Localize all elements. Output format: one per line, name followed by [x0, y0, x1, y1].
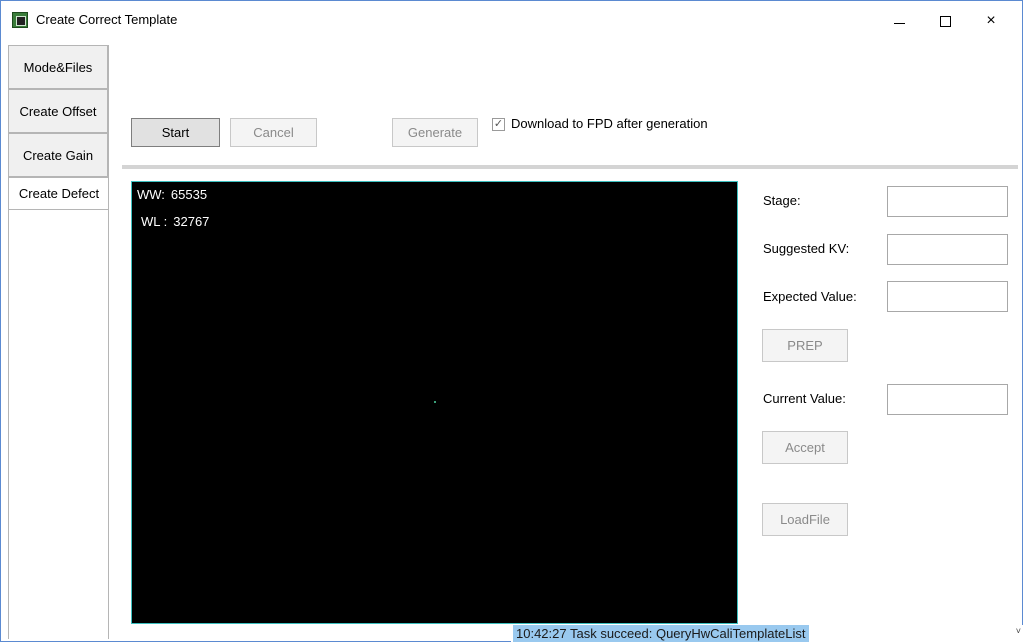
tab-separator	[108, 45, 109, 210]
cancel-button[interactable]: Cancel	[230, 118, 317, 147]
expected-value-field[interactable]	[887, 281, 1008, 312]
prep-button[interactable]: PREP	[762, 329, 848, 362]
minimize-icon	[893, 22, 905, 24]
loadfile-button[interactable]: LoadFile	[762, 503, 848, 536]
tab-label: Create Offset	[19, 103, 97, 119]
current-value-field[interactable]	[887, 384, 1008, 415]
current-value-label: Current Value:	[763, 391, 846, 406]
suggested-kv-field[interactable]	[887, 234, 1008, 265]
toolbar-divider	[122, 165, 1018, 169]
download-checkbox[interactable]: ✓	[492, 118, 505, 131]
tab-label: Create Gain	[22, 147, 94, 163]
tab-mode-files[interactable]: Mode&Files	[8, 45, 108, 89]
chevron-down-icon[interactable]: ˅	[1016, 626, 1021, 636]
suggested-kv-label: Suggested KV:	[763, 241, 850, 256]
generate-button[interactable]: Generate	[392, 118, 478, 147]
tab-create-offset[interactable]: Create Offset	[8, 89, 108, 133]
expected-value-label: Expected Value:	[763, 289, 857, 304]
tab-separator	[108, 210, 109, 639]
tab-create-gain[interactable]: Create Gain	[8, 133, 108, 177]
status-message: 10:42:27 Task succeed: QueryHwCaliTempla…	[513, 625, 809, 642]
title-bar[interactable]: Create Correct Template ×	[1, 1, 1022, 41]
tab-create-defect[interactable]: Create Defect	[8, 177, 109, 210]
app-icon	[12, 12, 28, 28]
download-checkbox-label[interactable]: Download to FPD after generation	[511, 116, 708, 131]
wl-label: WL :	[141, 214, 168, 229]
panel-border	[8, 210, 9, 639]
window-level-readout: WL : 32767	[141, 214, 209, 229]
window-title: Create Correct Template	[36, 12, 178, 27]
ww-value: 65535	[170, 187, 208, 202]
image-viewer[interactable]: WW: 65535 WL : 32767	[131, 181, 738, 624]
close-icon: ×	[986, 12, 996, 29]
center-marker	[434, 401, 436, 403]
maximize-icon	[939, 15, 951, 27]
tab-label: Create Defect	[18, 186, 100, 201]
status-log-combo[interactable]: 10:42:27 Task succeed: QueryHwCaliTempla…	[511, 625, 1023, 642]
minimize-button[interactable]	[876, 1, 922, 41]
main-window: Create Correct Template × Mode&Files Cre…	[0, 0, 1023, 642]
vertical-tab-strip: Mode&Files Create Offset Create Gain Cre…	[8, 45, 110, 639]
wl-value: 32767	[173, 214, 210, 229]
start-button[interactable]: Start	[131, 118, 220, 147]
stage-label: Stage:	[763, 193, 801, 208]
accept-button[interactable]: Accept	[762, 431, 848, 464]
ww-label: WW:	[137, 187, 165, 202]
tab-label: Mode&Files	[23, 59, 93, 75]
window-width-readout: WW: 65535	[137, 187, 207, 202]
stage-field[interactable]	[887, 186, 1008, 217]
close-button[interactable]: ×	[968, 1, 1014, 41]
maximize-button[interactable]	[922, 1, 968, 41]
